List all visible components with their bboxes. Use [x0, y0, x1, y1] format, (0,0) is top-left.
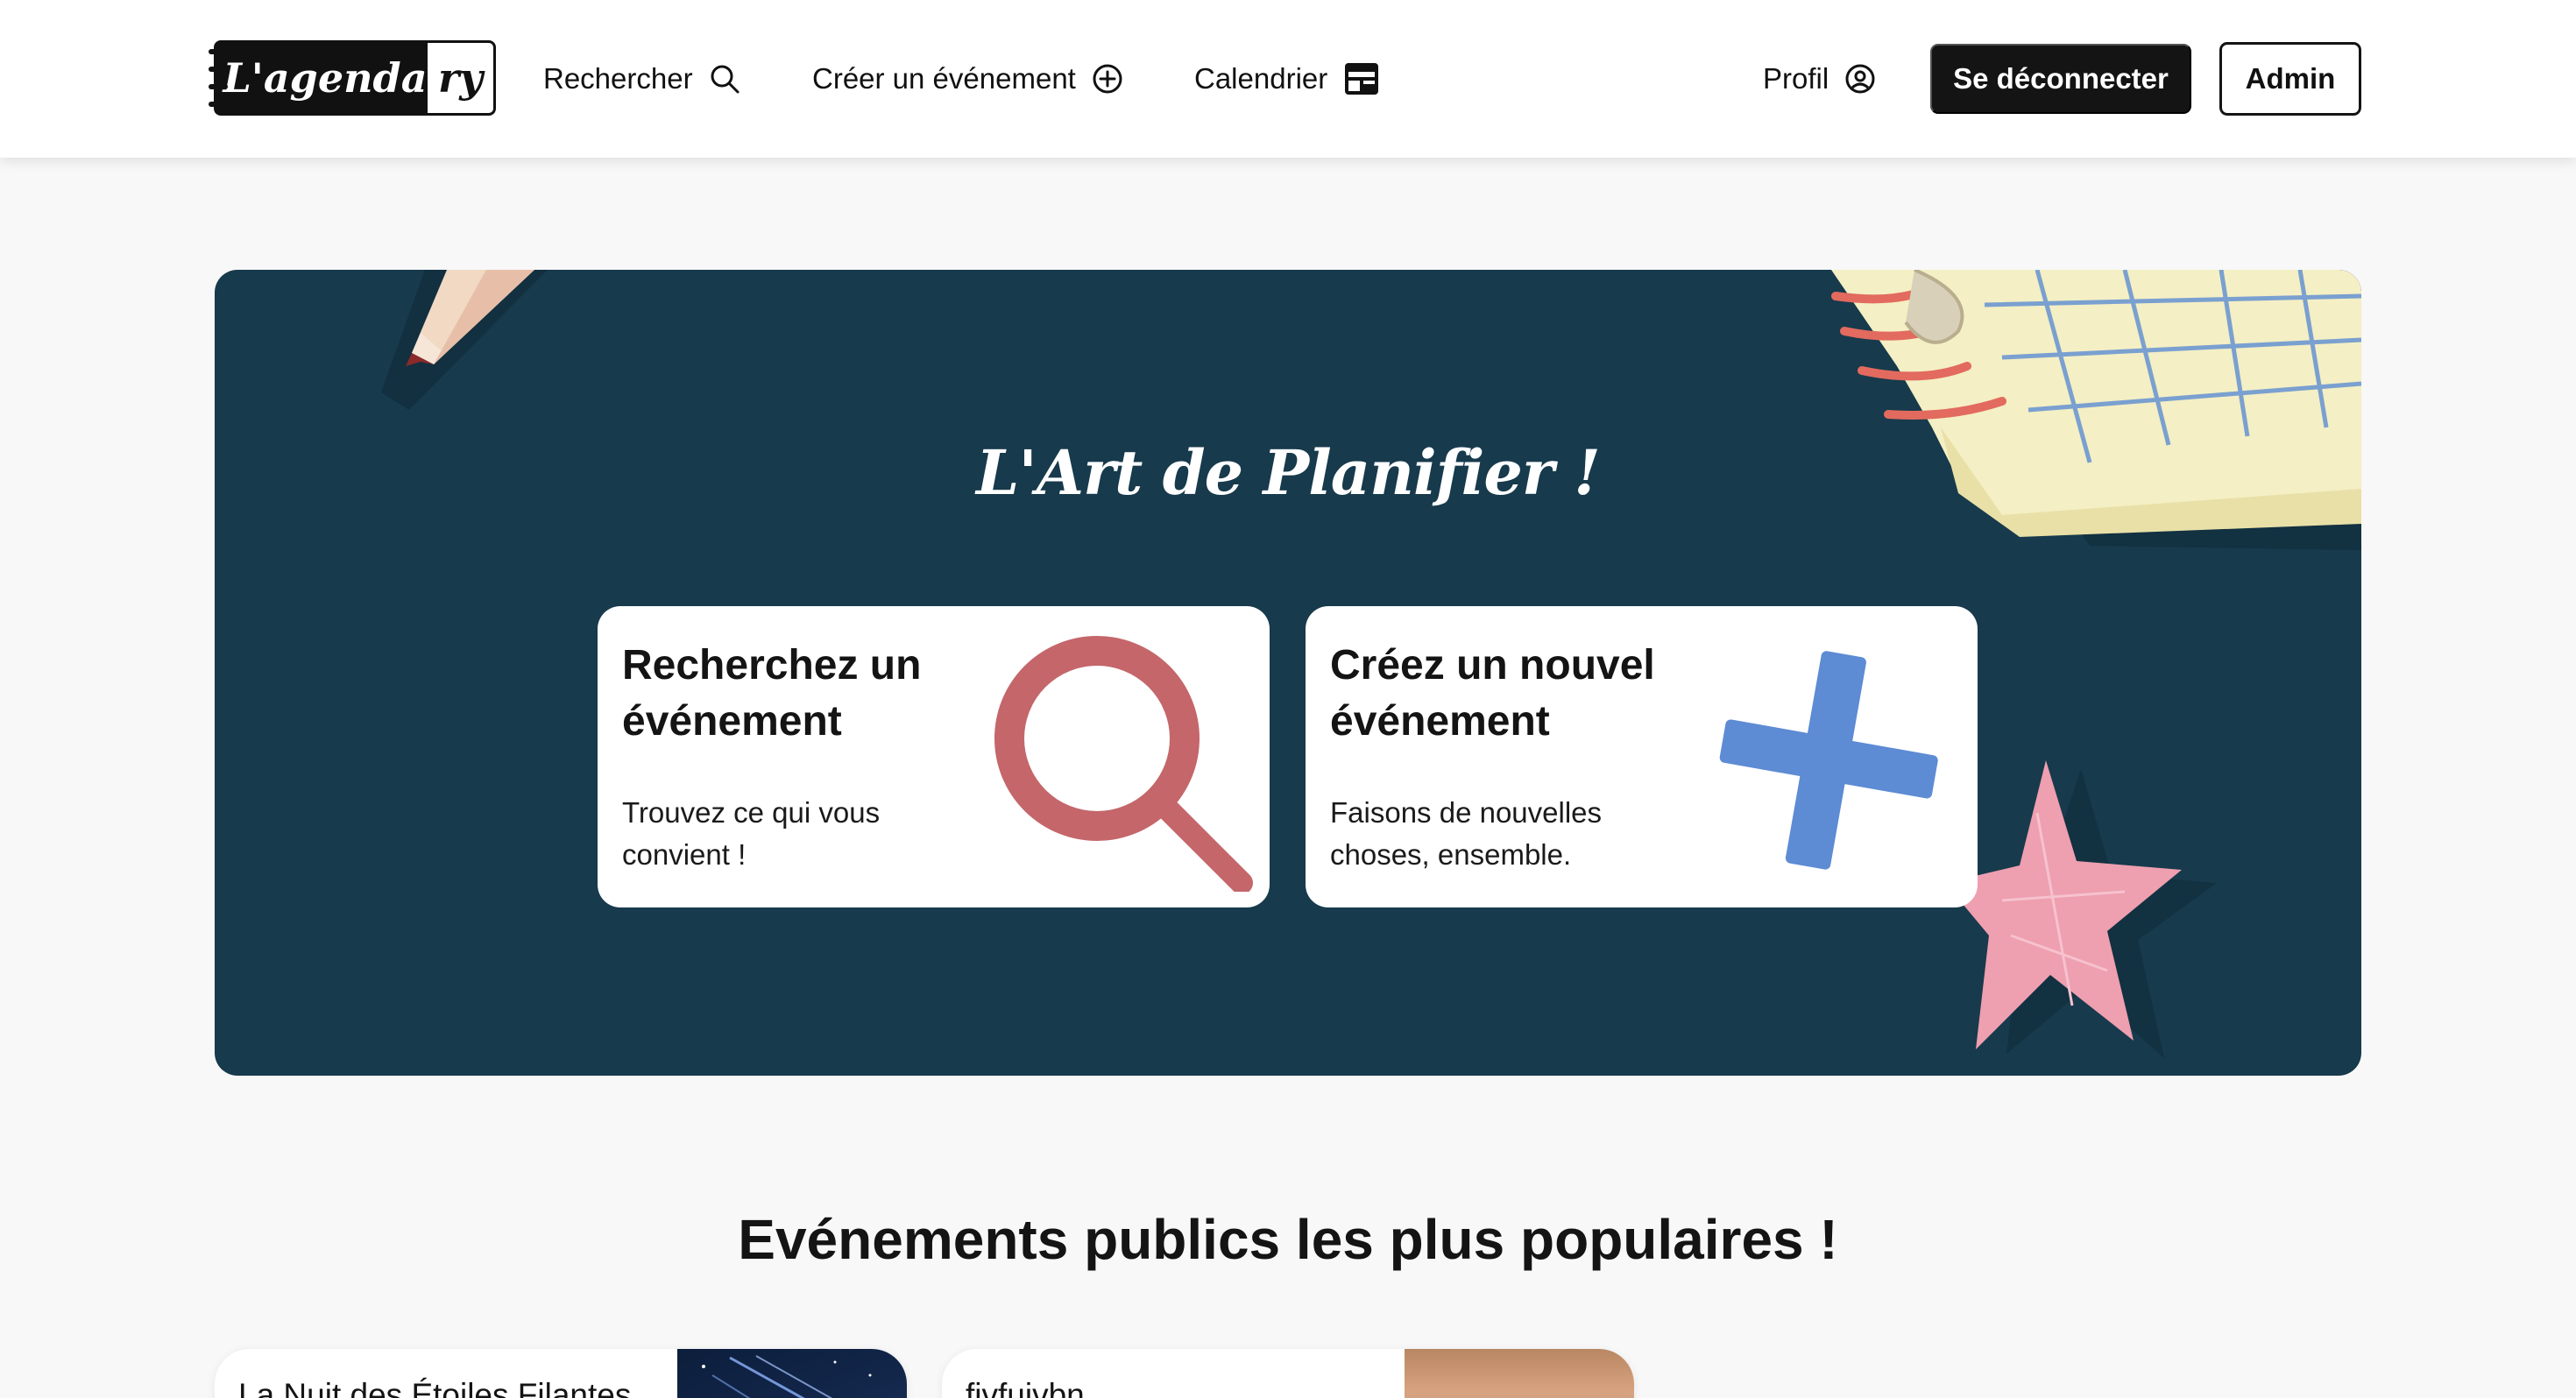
plus-circle-icon [1093, 64, 1122, 94]
logout-button[interactable]: Se déconnecter [1930, 44, 2191, 114]
create-card-title: Créez un nouvel événement [1330, 642, 1655, 745]
event-card[interactable]: fjvfujvbn [942, 1349, 1634, 1398]
admin-button[interactable]: Admin [2219, 42, 2361, 116]
nav-search-label: Rechercher [543, 62, 693, 95]
popular-events-heading: Evénements publics les plus populaires ! [738, 1208, 1838, 1271]
calendar-icon [1345, 63, 1379, 95]
event-card-image [1405, 1349, 1634, 1398]
search-card-title: Recherchez un événement [622, 642, 922, 745]
create-card-subtitle: Faisons de nouvelles choses, ensemble. [1330, 796, 1603, 871]
nav-calendar[interactable]: Calendrier [1194, 54, 1380, 103]
search-card-subtitle: Trouvez ce qui vous convient ! [622, 796, 881, 871]
event-card[interactable]: La Nuit des Étoiles Filantes [215, 1349, 907, 1398]
search-icon [711, 65, 740, 94]
event-card-title: La Nuit des Étoiles Filantes [238, 1377, 632, 1398]
pencil-icon [381, 270, 548, 410]
nav-create-label: Créer un événement [812, 62, 1076, 95]
hero-title: L'Art de Planifier ! [976, 436, 1601, 509]
nav-search[interactable]: Rechercher [543, 54, 740, 103]
hero-banner: L'Art de Planifier ! Recherchez un événe… [215, 270, 2361, 1076]
nav-profile-label: Profil [1763, 62, 1829, 95]
nav-profile[interactable]: Profil [1763, 54, 1876, 103]
star-icon [1945, 760, 2217, 1058]
notebook-rings-icon [209, 49, 228, 107]
nav-calendar-label: Calendrier [1194, 62, 1328, 95]
logo-right-text: ry [428, 40, 496, 116]
magnifier-icon [994, 636, 1253, 892]
hero-decorations [381, 270, 2361, 1058]
plus-icon [1719, 651, 1938, 870]
logo-left-text: L'agenda [214, 40, 428, 116]
event-card-image [677, 1349, 907, 1398]
shooting-stars-image [702, 1355, 872, 1398]
site-logo[interactable]: L'agenda ry [209, 40, 496, 116]
create-event-card[interactable]: Créez un nouvel événement Faisons de nou… [1306, 606, 1978, 907]
event-card-title: fjvfujvbn [966, 1377, 1085, 1398]
top-navbar: L'agenda ry Rechercher Créer un événemen… [0, 0, 2576, 158]
search-event-card[interactable]: Recherchez un événement Trouvez ce qui v… [598, 606, 1270, 907]
user-circle-icon [1845, 64, 1875, 94]
nav-create-event[interactable]: Créer un événement [812, 54, 1123, 103]
